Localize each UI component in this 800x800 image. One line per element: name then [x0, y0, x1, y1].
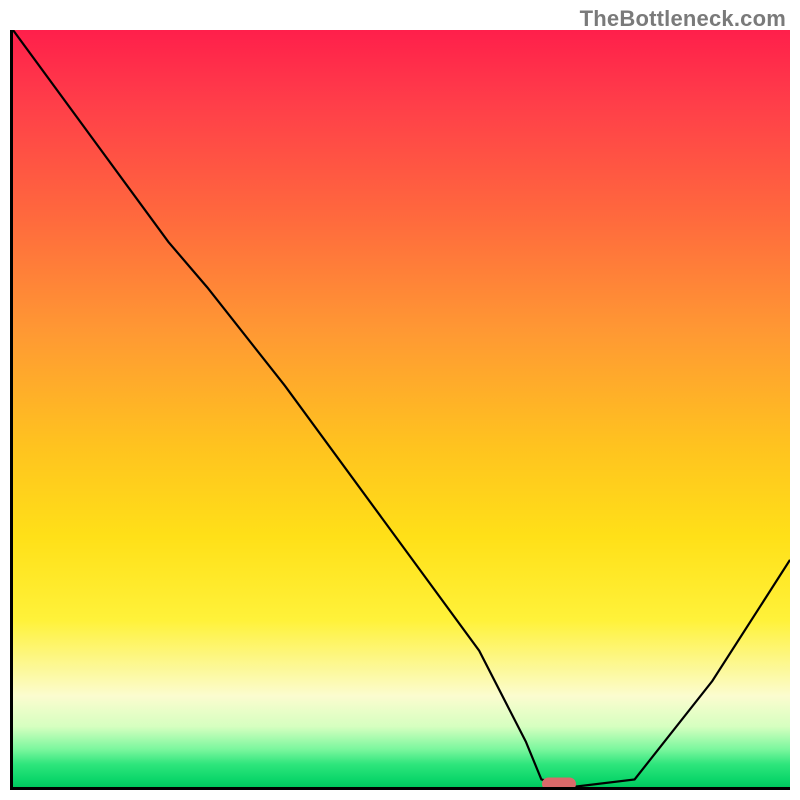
bottleneck-chart: TheBottleneck.com [0, 0, 800, 800]
plot-area [10, 30, 790, 790]
optimal-point-marker [542, 778, 576, 791]
bottleneck-curve-svg [13, 30, 790, 787]
bottleneck-curve-path [13, 30, 790, 787]
watermark-text: TheBottleneck.com [580, 6, 786, 32]
